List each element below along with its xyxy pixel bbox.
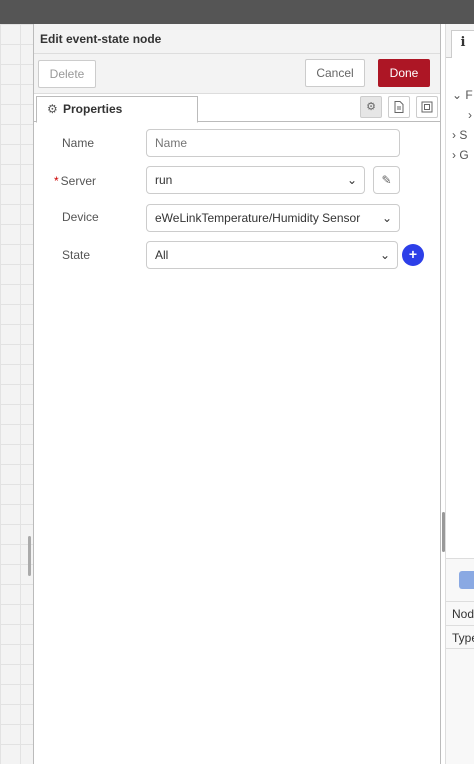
server-select[interactable]: run ⌄ bbox=[146, 166, 365, 194]
state-label: State bbox=[62, 248, 91, 262]
state-select-value: All bbox=[155, 248, 169, 262]
device-label: Device bbox=[62, 210, 99, 224]
workspace-resize-handle[interactable] bbox=[28, 536, 31, 576]
add-state-button[interactable]: + bbox=[402, 244, 424, 266]
sidebar-tree-item-1-label: F bbox=[465, 88, 473, 102]
sidebar-bottom-panel: Nod Type bbox=[446, 558, 474, 764]
tray-title: Edit event-state node bbox=[40, 32, 162, 46]
flow-workspace[interactable] bbox=[0, 24, 34, 764]
info-tab[interactable]: i bbox=[451, 30, 474, 58]
sidebar-tree-item-1[interactable]: ⌄ F bbox=[452, 88, 473, 102]
chevron-down-icon: ⌄ bbox=[346, 173, 357, 187]
right-sidebar: i ⌄ F › › S › G Nod Type bbox=[445, 24, 474, 764]
chevron-down-icon: ⌄ bbox=[381, 211, 392, 225]
sidebar-row-node: Nod bbox=[446, 601, 474, 625]
gear-icon: ⚙ bbox=[47, 102, 58, 116]
frame-icon bbox=[421, 101, 433, 113]
chevron-down-icon: ⌄ bbox=[379, 248, 390, 262]
tray-header: Edit event-state node bbox=[34, 24, 440, 54]
sidebar-tab-bar: i bbox=[446, 24, 474, 58]
pencil-icon: ✎ bbox=[381, 173, 392, 187]
state-select[interactable]: All ⌄ bbox=[146, 241, 398, 269]
server-label: Server bbox=[60, 174, 97, 188]
sidebar-tree-item-3[interactable]: › G bbox=[452, 148, 469, 162]
delete-button[interactable]: Delete bbox=[38, 60, 96, 88]
tab-properties-label: Properties bbox=[63, 102, 123, 116]
tray-toolbar: Delete Cancel Done bbox=[34, 54, 440, 94]
chevron-right-icon: › bbox=[452, 148, 456, 162]
chevron-down-icon: ⌄ bbox=[452, 88, 463, 102]
required-marker: * bbox=[54, 174, 59, 188]
device-select-value: eWeLinkTemperature/Humidity Sensor bbox=[155, 211, 361, 225]
edit-tray: Edit event-state node Delete Cancel Done… bbox=[34, 24, 441, 764]
sidebar-tree-item-2[interactable]: › S bbox=[452, 128, 467, 142]
tray-tab-bar: ⚙ Properties ⚙ bbox=[34, 94, 440, 123]
server-label-group: * Server bbox=[54, 174, 96, 188]
chevron-right-icon: › bbox=[452, 128, 456, 142]
name-input[interactable] bbox=[146, 129, 400, 157]
node-appearance-button[interactable] bbox=[416, 96, 438, 118]
server-select-value: run bbox=[155, 173, 173, 187]
done-button[interactable]: Done bbox=[378, 59, 430, 87]
cancel-button[interactable]: Cancel bbox=[305, 59, 365, 87]
sidebar-tree-subitem[interactable]: › bbox=[468, 108, 472, 122]
device-select[interactable]: eWeLinkTemperature/Humidity Sensor ⌄ bbox=[146, 204, 400, 232]
node-badge bbox=[459, 571, 474, 589]
edit-server-button[interactable]: ✎ bbox=[373, 166, 400, 194]
node-description-button[interactable] bbox=[388, 96, 410, 118]
top-header-bar bbox=[0, 0, 474, 24]
tab-properties[interactable]: ⚙ Properties bbox=[36, 96, 198, 123]
node-settings-button[interactable]: ⚙ bbox=[360, 96, 382, 118]
name-label: Name bbox=[62, 136, 95, 150]
sidebar-row-type: Type bbox=[446, 625, 474, 649]
sidebar-tree-item-3-label: G bbox=[459, 148, 469, 162]
sidebar-tree-item-2-label: S bbox=[459, 128, 468, 142]
info-icon: i bbox=[460, 35, 466, 50]
document-icon bbox=[394, 101, 404, 113]
gear-icon: ⚙ bbox=[366, 101, 376, 113]
